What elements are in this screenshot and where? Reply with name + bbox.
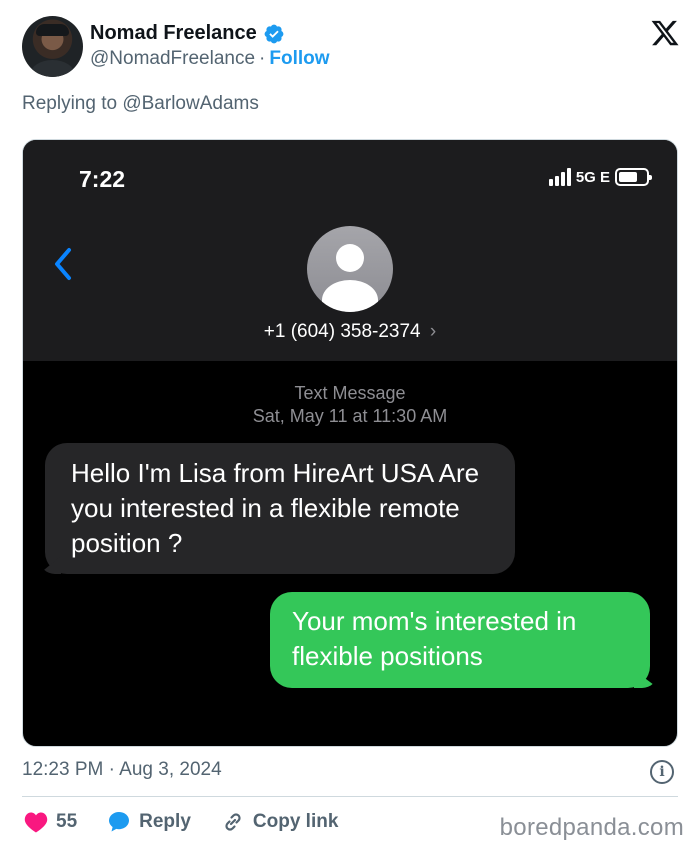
copy-link-button[interactable]: Copy link [221,810,339,834]
outgoing-message-bubble: Your mom's interested in flexible positi… [270,592,650,688]
link-icon [225,813,241,831]
tweet-actions: 55 Reply Copy link [24,808,368,836]
message-date: Sat, May 11 at 11:30 AM [252,406,448,426]
reply-button[interactable]: Reply [107,810,191,834]
network-label: 5G E [575,168,610,186]
replying-mention[interactable]: @BarlowAdams [122,93,259,114]
attached-screenshot[interactable]: 7:22 5G E +1 (604) 358-2374 › Text Messa… [22,139,678,747]
author-handle-row: @NomadFreelance · Follow [90,48,330,70]
incoming-message-bubble: Hello I'm Lisa from HireArt USA Are you … [45,443,515,574]
watermark: boredpanda.com [499,814,684,841]
author-name[interactable]: Nomad Freelance [90,22,257,45]
back-chevron-icon[interactable] [49,244,77,284]
verified-badge-icon [264,24,284,43]
heart-icon [24,812,48,833]
imessage-header: 7:22 5G E +1 (604) 358-2374 › [23,140,677,361]
replying-to-line: Replying to @BarlowAdams [22,93,259,115]
likes-count: 55 [56,811,78,832]
contact-number-row[interactable]: +1 (604) 358-2374 › [23,321,677,343]
author-avatar[interactable] [22,16,83,77]
replying-prefix: Replying to [22,93,118,114]
tweet-header: Nomad Freelance @NomadFreelance · Follow [22,16,682,80]
separator-dot: · [259,48,266,69]
battery-icon [615,168,652,186]
info-icon[interactable]: i [650,760,674,784]
divider [22,796,678,797]
status-time: 7:22 [79,166,126,192]
follow-button[interactable]: Follow [269,48,329,70]
message-kind: Text Message [294,383,406,403]
reply-bubble-icon [109,812,130,832]
x-logo-icon[interactable] [650,18,680,48]
like-button[interactable]: 55 [24,811,77,833]
signal-bars-icon [548,168,571,186]
contact-number: +1 (604) 358-2374 [263,321,421,342]
author-handle[interactable]: @NomadFreelance [90,48,255,70]
tweet-timestamp[interactable]: 12:23 PM · Aug 3, 2024 [22,759,222,781]
contact-avatar-icon[interactable] [307,226,393,312]
status-indicators: 5G E [548,168,652,186]
reply-label: Reply [139,811,191,832]
copy-link-label: Copy link [252,811,339,832]
author-name-row: Nomad Freelance [90,22,285,45]
chevron-right-icon: › [429,321,437,342]
